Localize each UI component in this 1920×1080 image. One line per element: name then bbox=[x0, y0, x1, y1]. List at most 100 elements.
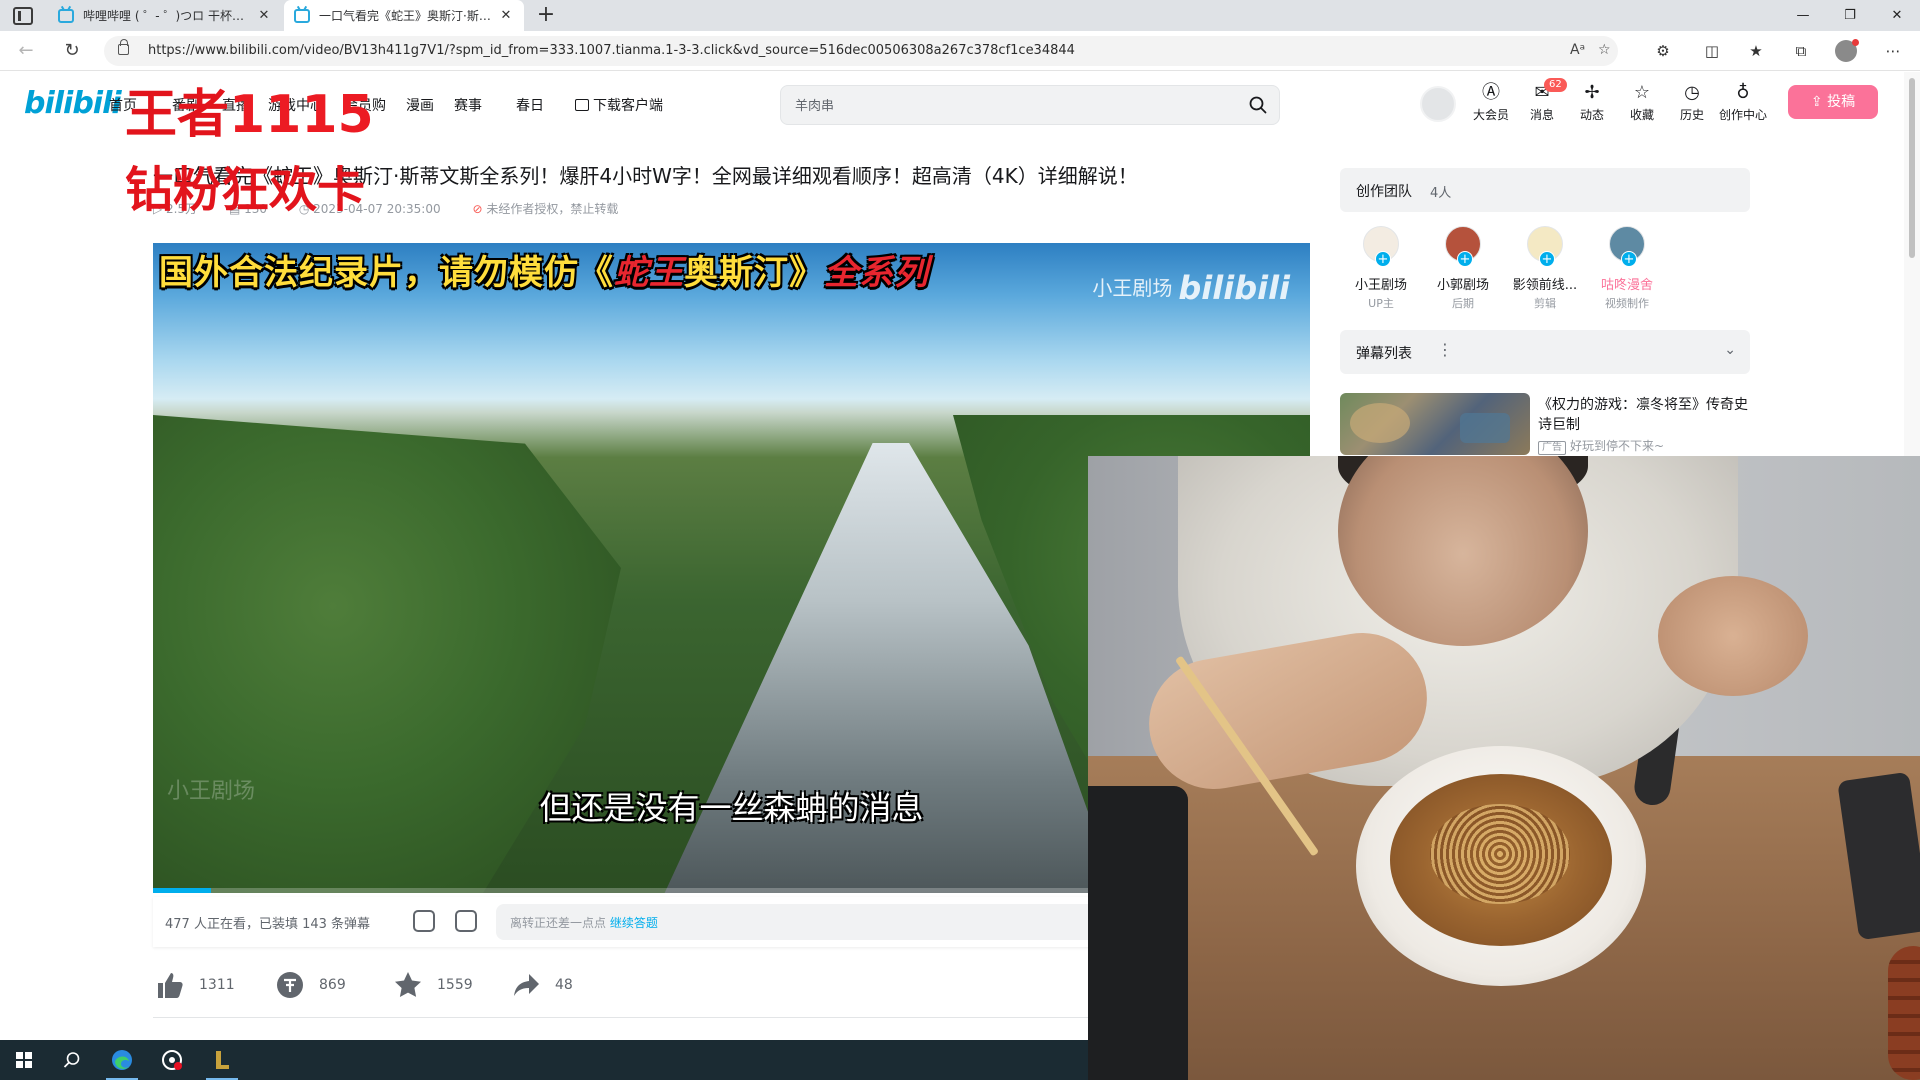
continue-quiz-link[interactable]: 继续答题 bbox=[610, 916, 658, 930]
tab-actions-icon[interactable] bbox=[13, 7, 33, 25]
back-icon[interactable]: ← bbox=[14, 39, 38, 63]
webcam-overlay bbox=[1088, 456, 1920, 1080]
vip-entry[interactable]: Ⓐ 大会员 bbox=[1467, 82, 1515, 123]
search-icon[interactable] bbox=[1249, 96, 1267, 114]
download-label: 下载客户端 bbox=[593, 98, 663, 114]
scrollbar-thumb[interactable] bbox=[1909, 78, 1915, 258]
like-button[interactable]: 1311 bbox=[153, 965, 235, 1005]
collections-icon[interactable]: ⧉ bbox=[1790, 40, 1812, 62]
member-name: 影领前线... bbox=[1512, 278, 1578, 293]
nav-manga[interactable]: 漫画 bbox=[406, 95, 434, 115]
follow-plus-icon[interactable]: + bbox=[1621, 251, 1637, 267]
dynamic-entry[interactable]: ✢ 动态 bbox=[1568, 82, 1616, 123]
member-role: 后期 bbox=[1452, 297, 1474, 310]
team-member[interactable]: + 小郭剧场 后期 bbox=[1423, 226, 1503, 311]
video-progress-fill bbox=[153, 888, 211, 893]
extensions-icon[interactable]: ⚙ bbox=[1652, 40, 1674, 62]
team-member[interactable]: + 影领前线... 剪辑 bbox=[1505, 226, 1585, 311]
download-client-link[interactable]: 下载客户端 bbox=[575, 95, 663, 115]
favorite-label: 收藏 bbox=[1629, 108, 1654, 122]
add-favorite-icon[interactable]: ☆ bbox=[1598, 42, 1611, 58]
share-button[interactable]: 48 bbox=[509, 965, 573, 1005]
lock-icon bbox=[118, 39, 129, 55]
message-label: 消息 bbox=[1529, 108, 1554, 122]
more-icon[interactable]: ⋯ bbox=[1882, 40, 1904, 62]
browser-tabbar: 哔哩哔哩 ( ゜- ゜)つロ 干杯~-bilibili ✕ 一口气看完《蛇王》奥… bbox=[0, 0, 1920, 31]
screen: 哔哩哔哩 ( ゜- ゜)つロ 干杯~-bilibili ✕ 一口气看完《蛇王》奥… bbox=[0, 0, 1920, 1080]
more-options-icon[interactable]: ⋮ bbox=[1437, 340, 1453, 359]
member-role: 视频制作 bbox=[1605, 297, 1649, 310]
vip-label: 大会员 bbox=[1472, 108, 1509, 122]
new-tab-button[interactable]: + bbox=[534, 3, 558, 27]
star-icon: ☆ bbox=[1633, 82, 1651, 103]
browser-tab-bilibili-home[interactable]: 哔哩哔哩 ( ゜- ゜)つロ 干杯~-bilibili ✕ bbox=[48, 0, 282, 31]
url-field[interactable]: https://www.bilibili.com/video/BV13h411g… bbox=[104, 36, 1618, 66]
history-entry[interactable]: ◷ 历史 bbox=[1668, 82, 1716, 123]
danmaku-input[interactable]: 离转正还差一点点 继续答题 bbox=[496, 904, 1096, 940]
search-input[interactable] bbox=[795, 96, 1235, 116]
taskbar-edge[interactable] bbox=[98, 1040, 146, 1080]
minimize-button[interactable]: — bbox=[1780, 0, 1826, 31]
creator-team-count: 4人 bbox=[1430, 186, 1452, 201]
chevron-down-icon[interactable]: ⌄ bbox=[1724, 342, 1736, 358]
follow-plus-icon[interactable]: + bbox=[1457, 251, 1473, 267]
restore-button[interactable]: ❐ bbox=[1827, 0, 1873, 31]
overlay-number: 1115 bbox=[229, 85, 374, 145]
video-banner-text: 国外合法纪录片，请勿模仿《蛇王奥斯汀》全系列 bbox=[159, 245, 929, 294]
refresh-icon[interactable]: ↻ bbox=[60, 39, 84, 63]
webcam-tablet bbox=[1088, 786, 1188, 1080]
dynamic-icon: ✢ bbox=[1584, 82, 1600, 103]
windows-taskbar bbox=[0, 1040, 1088, 1080]
nav-spring[interactable]: 春日 bbox=[516, 95, 544, 115]
member-avatar: + bbox=[1527, 226, 1563, 267]
team-member[interactable]: + 小王剧场 UP主 bbox=[1341, 226, 1421, 311]
bilibili-logo[interactable]: bilibili bbox=[24, 86, 122, 121]
nav-match[interactable]: 赛事 bbox=[454, 95, 482, 115]
share-count: 48 bbox=[555, 977, 573, 993]
taskbar-app-3[interactable] bbox=[198, 1040, 246, 1080]
recorder-app-icon bbox=[162, 1050, 182, 1070]
profile-avatar[interactable] bbox=[1835, 39, 1859, 62]
share-icon bbox=[509, 968, 543, 1002]
favorites-icon[interactable]: ★ bbox=[1745, 40, 1767, 62]
danmaku-toggle-icon[interactable] bbox=[413, 910, 435, 932]
member-name: 小郭剧场 bbox=[1436, 278, 1489, 293]
browser-tab-video[interactable]: 一口气看完《蛇王》奥斯汀·斯蒂文斯全系列！ ✕ bbox=[284, 0, 524, 31]
ad-card[interactable]: 《权力的游戏：凛冬将至》传奇史诗巨制 广告 好玩到停不下来~ bbox=[1340, 393, 1750, 455]
search-icon bbox=[63, 1052, 80, 1068]
read-aloud-icon[interactable]: Aᵃ bbox=[1570, 42, 1585, 58]
user-avatar[interactable] bbox=[1420, 86, 1456, 122]
message-entry[interactable]: ✉ 62 消息 bbox=[1518, 78, 1567, 123]
taskbar-app-2[interactable] bbox=[148, 1040, 196, 1080]
search-bar bbox=[780, 85, 1280, 125]
follow-plus-icon[interactable]: + bbox=[1539, 251, 1555, 267]
close-tab-icon[interactable]: ✕ bbox=[256, 8, 272, 23]
coin-button[interactable]: 869 bbox=[273, 965, 346, 1005]
member-name: 咕咚漫舍 bbox=[1600, 278, 1653, 293]
coin-icon bbox=[273, 968, 307, 1002]
taskbar-search-button[interactable] bbox=[48, 1040, 96, 1080]
creator-center-entry[interactable]: ♁ 创作中心 bbox=[1718, 82, 1768, 123]
danmaku-settings-icon[interactable] bbox=[455, 910, 477, 932]
favorite-button[interactable]: 1559 bbox=[391, 965, 473, 1005]
upload-button[interactable]: ⇪ 投稿 bbox=[1788, 85, 1878, 119]
split-screen-icon[interactable]: ◫ bbox=[1701, 40, 1723, 62]
close-window-button[interactable]: ✕ bbox=[1874, 0, 1920, 31]
member-avatar: + bbox=[1609, 226, 1645, 267]
close-tab-icon[interactable]: ✕ bbox=[498, 8, 514, 23]
dynamic-label: 动态 bbox=[1579, 108, 1604, 122]
upload-label: 投稿 bbox=[1827, 94, 1856, 110]
history-label: 历史 bbox=[1679, 108, 1704, 122]
tab-title: 哔哩哔哩 ( ゜- ゜)つロ 干杯~-bilibili bbox=[83, 9, 250, 23]
bulb-icon: ♁ bbox=[1736, 82, 1750, 103]
favorite-entry[interactable]: ☆ 收藏 bbox=[1618, 82, 1666, 123]
favorite-star-icon bbox=[391, 968, 425, 1002]
follow-plus-icon[interactable]: + bbox=[1375, 251, 1391, 267]
start-button[interactable] bbox=[0, 1040, 48, 1080]
webcam-hand bbox=[1658, 576, 1808, 696]
banner-part-2: 蛇王 bbox=[614, 253, 684, 293]
vip-icon: Ⓐ bbox=[1482, 82, 1500, 103]
danmaku-list-panel[interactable]: 弹幕列表 ⋮ ⌄ bbox=[1340, 330, 1750, 374]
team-member[interactable]: + 咕咚漫舍 视频制作 bbox=[1587, 226, 1667, 311]
stream-overlay-line1: 王者1115 bbox=[125, 72, 374, 147]
